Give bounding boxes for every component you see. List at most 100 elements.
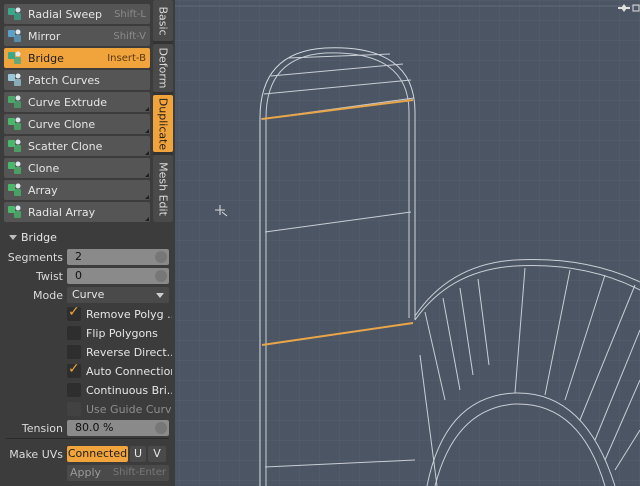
tool-list: Radial Sweep Shift-L Mirror Shift-V Brid… (4, 4, 150, 224)
checkbox-label: Use Guide Curve (86, 403, 172, 416)
tool-label: Clone (28, 161, 60, 175)
expand-corner-icon (145, 195, 149, 199)
v-button[interactable]: V (148, 446, 166, 462)
tool-button-curve-clone[interactable]: Curve Clone (4, 114, 150, 134)
expand-corner-icon (145, 217, 149, 221)
expand-corner-icon (145, 173, 149, 177)
expand-corner-icon (145, 107, 149, 111)
twist-input[interactable]: 0 (67, 268, 169, 284)
divider (6, 438, 169, 439)
tab-label: Mesh Edit (156, 161, 170, 216)
3d-viewport[interactable] (175, 0, 640, 486)
properties-title: Bridge (21, 230, 57, 244)
tool-label: Array (28, 183, 58, 197)
apply-button[interactable]: Apply Shift-Enter (67, 465, 169, 481)
checkbox-label: Continuous Bri... (86, 384, 172, 397)
chevron-down-icon (156, 293, 164, 298)
tension-label: Tension (21, 422, 63, 435)
segments-label: Segments (7, 251, 63, 264)
tension-input[interactable]: 80.0 % (67, 420, 169, 436)
segments-value: 2 (75, 250, 82, 263)
twist-label: Twist (36, 270, 63, 283)
tool-button-radial-sweep[interactable]: Radial Sweep Shift-L (4, 4, 150, 24)
checkbox-label: Flip Polygons (86, 327, 158, 340)
twist-row: Twist 0 (0, 268, 175, 286)
tool-label: Mirror (28, 29, 61, 43)
checkbox[interactable] (67, 361, 81, 378)
segments-row: Segments 2 (0, 249, 175, 267)
radial-sweep-icon (8, 7, 21, 20)
apply-label: Apply (70, 466, 102, 479)
tab-duplicate[interactable]: Duplicate (153, 95, 173, 152)
tool-button-bridge[interactable]: Bridge Insert-B (4, 48, 150, 68)
checkbox-row: Continuous Bri... (0, 382, 175, 400)
segments-spinner-icon[interactable] (155, 251, 167, 263)
tab-basic[interactable]: Basic (153, 0, 173, 41)
tab-label: Duplicate (156, 97, 170, 150)
curve-clone-icon (8, 117, 21, 130)
array-icon (8, 183, 21, 196)
collapse-triangle-icon[interactable] (9, 234, 17, 240)
tool-label: Curve Clone (28, 117, 96, 131)
tab-mesh-edit[interactable]: Mesh Edit (153, 155, 173, 222)
tool-shortcut: Shift-V (113, 30, 146, 42)
tool-button-mirror[interactable]: Mirror Shift-V (4, 26, 150, 46)
patch-curves-icon (8, 73, 21, 86)
tool-button-patch-curves[interactable]: Patch Curves (4, 70, 150, 90)
viewport-canvas[interactable] (175, 0, 640, 486)
make-uvs-row: Make UVs Connected U V (0, 446, 175, 464)
checkbox-row: Reverse Direct... (0, 344, 175, 362)
twist-spinner-icon[interactable] (155, 270, 167, 282)
left-panel: Radial Sweep Shift-L Mirror Shift-V Brid… (0, 0, 175, 486)
u-button[interactable]: U (130, 446, 146, 462)
checkbox-label: Remove Polyg ... (86, 308, 172, 321)
tool-label: Radial Array (28, 205, 96, 219)
tool-button-curve-extrude[interactable]: Curve Extrude (4, 92, 150, 112)
mirror-icon (8, 29, 21, 42)
tool-button-clone[interactable]: Clone (4, 158, 150, 178)
mode-value: Curve (72, 288, 105, 301)
tab-deform[interactable]: Deform (153, 44, 173, 92)
tab-label: Deform (156, 47, 170, 89)
expand-corner-icon (145, 151, 149, 155)
tool-label: Patch Curves (28, 73, 100, 87)
bridge-icon (8, 51, 21, 64)
viewport-grid (175, 0, 640, 486)
checkbox-row: Flip Polygons (0, 325, 175, 343)
curve-extrude-icon (8, 95, 21, 108)
tool-label: Radial Sweep (28, 7, 102, 21)
checkbox[interactable] (67, 383, 81, 397)
checkbox-row: Use Guide Curve (0, 401, 175, 419)
connected-button[interactable]: Connected (67, 446, 128, 462)
radial-array-icon (8, 205, 21, 218)
tension-spinner-icon[interactable] (155, 422, 167, 434)
checkbox[interactable] (67, 345, 81, 359)
tool-shortcut: Insert-B (107, 52, 146, 64)
tool-button-array[interactable]: Array (4, 180, 150, 200)
mode-dropdown[interactable]: Curve (67, 287, 169, 303)
tab-label: Basic (156, 5, 170, 36)
tool-shortcut: Shift-L (114, 8, 146, 20)
segments-input[interactable]: 2 (67, 249, 169, 265)
checkbox[interactable] (67, 326, 81, 340)
make-uvs-label: Make UVs (9, 448, 63, 461)
scatter-clone-icon (8, 139, 21, 152)
expand-corner-icon (145, 129, 149, 133)
tension-row: Tension 80.0 % (0, 420, 175, 438)
mode-row: Mode Curve (0, 287, 175, 305)
tool-button-radial-array[interactable]: Radial Array (4, 202, 150, 222)
tool-properties-panel: Bridge Segments 2 Twist 0 Mode Curve Rem… (0, 226, 175, 486)
checkbox-label: Auto Connection (86, 365, 172, 378)
tool-button-scatter-clone[interactable]: Scatter Clone (4, 136, 150, 156)
vertical-tabs: Basic Deform Duplicate Mesh Edit (153, 0, 173, 222)
checkbox[interactable] (67, 304, 81, 321)
apply-shortcut: Shift-Enter (112, 467, 166, 478)
checkbox (67, 402, 81, 416)
tool-label: Scatter Clone (28, 139, 103, 153)
tension-value: 80.0 % (75, 421, 114, 434)
checkbox-row: Remove Polyg ... (0, 304, 175, 324)
checkbox-label: Reverse Direct... (86, 346, 172, 359)
tool-label: Bridge (28, 51, 64, 65)
mode-label: Mode (33, 289, 63, 302)
properties-header[interactable]: Bridge (3, 228, 173, 246)
